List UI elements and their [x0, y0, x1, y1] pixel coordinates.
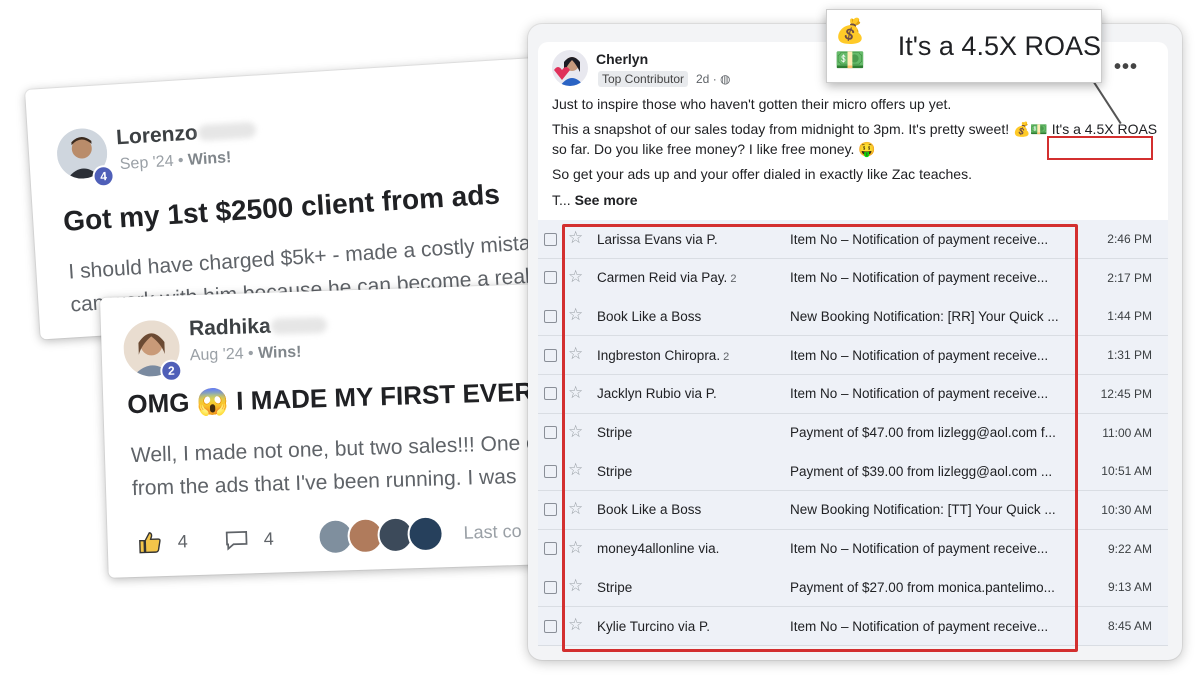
email-time: 1:44 PM: [1107, 309, 1152, 324]
email-time: 10:30 AM: [1101, 502, 1152, 517]
post-author[interactable]: Cherlyn: [596, 51, 648, 67]
post-text-line: So get your ads up and your offer dialed…: [552, 166, 972, 182]
globe-icon: ◍: [720, 72, 731, 86]
post-date: Aug '24: [189, 345, 244, 365]
email-time: 8:45 AM: [1107, 619, 1152, 633]
email-time: 2:46 PM: [1107, 232, 1152, 246]
commenter-avatar[interactable]: [407, 515, 445, 553]
last-comment-label: Last co: [463, 520, 522, 543]
money-bag-icon: 💰💵: [835, 18, 865, 74]
post-time-value: 2d: [696, 72, 710, 86]
row-checkbox[interactable]: [544, 619, 557, 633]
callout-text: It's a 4.5X ROAS: [897, 30, 1101, 61]
author-name[interactable]: Lorenzo: [115, 121, 198, 150]
redacted-surname: [270, 316, 328, 335]
row-checkbox[interactable]: [544, 271, 557, 285]
comment-count: 4: [263, 528, 274, 549]
post-category[interactable]: Wins!: [258, 344, 302, 362]
thumbs-up-icon[interactable]: [137, 529, 164, 556]
roas-callout: 💰💵 It's a 4.5X ROAS: [826, 9, 1102, 83]
top-contributor-badge: Top Contributor: [598, 71, 689, 87]
like-count: 4: [177, 530, 189, 552]
email-time: 9:22 AM: [1107, 541, 1152, 556]
row-checkbox[interactable]: [544, 348, 557, 362]
email-time: 11:00 AM: [1102, 425, 1152, 440]
row-checkbox[interactable]: [544, 503, 557, 517]
author-name[interactable]: Radhika: [189, 315, 271, 342]
row-checkbox[interactable]: [544, 426, 557, 439]
row-checkbox[interactable]: [544, 542, 557, 556]
sales-screenshot-card: Cherlyn Top Contributor 2d · ◍ ••• Just …: [528, 24, 1182, 660]
email-time: 10:51 AM: [1101, 464, 1152, 479]
level-badge: 2: [159, 359, 183, 383]
post-text-line: T... See more: [552, 192, 638, 208]
roas-highlight-box: [1047, 136, 1153, 160]
redacted-surname: [197, 121, 257, 142]
post-text-line: so far. Do you like free money? I like f…: [552, 141, 876, 157]
post-category[interactable]: Wins!: [187, 149, 231, 169]
post-time: 2d · ◍: [696, 72, 731, 86]
post-text-line: Just to inspire those who haven't gotten…: [552, 96, 952, 112]
more-options-icon[interactable]: •••: [1114, 56, 1138, 79]
comment-icon[interactable]: [223, 526, 250, 553]
post-headline[interactable]: OMG 😱 I MADE MY FIRST EVER: [127, 376, 534, 420]
level-badge: 4: [91, 164, 116, 188]
post-text-segment: This a snapshot of our sales today from …: [552, 121, 1048, 137]
row-checkbox[interactable]: [544, 464, 557, 478]
row-checkbox[interactable]: [544, 232, 557, 246]
commenter-avatars: [317, 515, 445, 556]
post-meta: Aug '24 • Wins!: [189, 343, 302, 365]
row-checkbox[interactable]: [544, 580, 557, 594]
row-checkbox[interactable]: [544, 387, 557, 401]
cherlyn-avatar[interactable]: [552, 50, 588, 86]
inbox-highlight-box: [562, 224, 1078, 652]
email-time: 1:31 PM: [1107, 348, 1152, 363]
email-time: 12:45 PM: [1100, 386, 1152, 401]
post-date: Sep '24: [119, 152, 175, 174]
post-footer: 4 4 Last co: [137, 513, 522, 561]
email-time: 2:17 PM: [1107, 270, 1152, 285]
row-checkbox[interactable]: [544, 309, 557, 323]
see-more-link[interactable]: See more: [575, 192, 638, 208]
truncated-text: T...: [552, 192, 571, 208]
email-time: 9:13 AM: [1107, 580, 1152, 595]
post-headline[interactable]: Got my 1st $2500 client from ads: [62, 178, 500, 237]
roas-highlight-text: It's a 4.5X ROAS: [1051, 121, 1158, 137]
post-meta: Sep '24 • Wins!: [119, 149, 232, 174]
